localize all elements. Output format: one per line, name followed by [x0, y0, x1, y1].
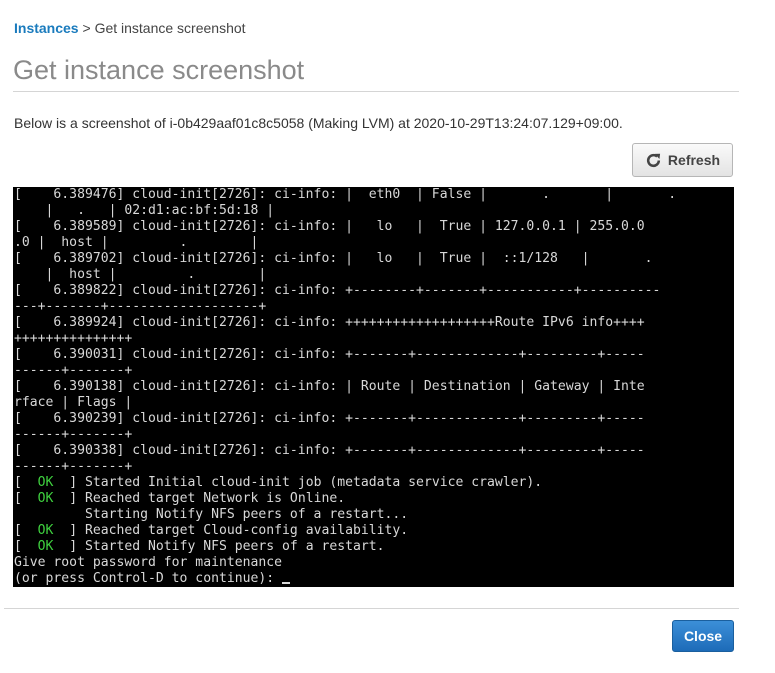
console-line: rface | Flags |	[14, 395, 133, 410]
console-service-line: [ OK ] Started Notify NFS peers of a res…	[13, 539, 734, 555]
ok-status: OK	[21, 539, 70, 554]
console-prompt-line: (or press Control-D to continue):	[13, 571, 734, 587]
console-line: [ 6.390338] cloud-init[2726]: ci-info: +…	[14, 443, 645, 458]
console-line: [ 6.389476] cloud-init[2726]: ci-info: |…	[14, 187, 677, 202]
console-bracket: [	[14, 539, 22, 554]
ok-status: OK	[21, 475, 70, 490]
console-bracket: [	[14, 523, 22, 538]
close-button[interactable]: Close	[672, 620, 734, 652]
console-bracket: [	[14, 475, 22, 490]
console-line: +++++++++++++++	[14, 331, 133, 346]
refresh-label: Refresh	[667, 152, 721, 168]
console-line: [ 6.389822] cloud-init[2726]: ci-info: +…	[14, 283, 661, 298]
console-service-text: ] Started Notify NFS peers of a restart.	[69, 539, 385, 554]
console-service-line: [ OK ] Reached target Cloud-config avail…	[13, 523, 734, 539]
console-line: [ 6.389924] cloud-init[2726]: ci-info: +…	[14, 315, 645, 330]
console-line: .0 | host | . |	[14, 235, 259, 250]
screenshot-description: Below is a screenshot of i-0b429aaf01c8c…	[14, 115, 623, 131]
console-cursor	[282, 582, 291, 584]
console-line: ------+-------+	[14, 363, 133, 378]
breadcrumb-separator: >	[78, 20, 95, 36]
console-prompt-text: Give root password for maintenance	[14, 555, 283, 570]
console-service-text: ] Reached target Cloud-config availabili…	[69, 523, 409, 538]
console-output: [ 6.389476] cloud-init[2726]: ci-info: |…	[13, 187, 734, 587]
instance-console-screenshot: [ 6.389476] cloud-init[2726]: ci-info: |…	[13, 187, 734, 587]
ok-status: OK	[21, 523, 70, 538]
footer-divider	[4, 608, 739, 609]
console-line: ------+-------+	[14, 459, 133, 474]
console-line: ------+-------+	[14, 427, 133, 442]
console-service-text: ] Reached target Network is Online.	[69, 491, 346, 506]
console-service-line: [ OK ] Started Initial cloud-init job (m…	[13, 475, 734, 491]
console-line: [ 6.390138] cloud-init[2726]: ci-info: |…	[14, 379, 645, 394]
console-line: [ 6.390239] cloud-init[2726]: ci-info: +…	[14, 411, 645, 426]
breadcrumb-current: Get instance screenshot	[94, 20, 246, 36]
console-service-text: ] Started Initial cloud-init job (metada…	[69, 475, 543, 490]
console-prompt-line: Give root password for maintenance	[13, 555, 734, 571]
console-line: [ 6.389702] cloud-init[2726]: ci-info: |…	[14, 251, 653, 266]
ok-status: OK	[21, 491, 70, 506]
refresh-button[interactable]: Refresh	[632, 143, 733, 177]
console-service-line: Starting Notify NFS peers of a restart..…	[13, 507, 734, 523]
console-line: ---+-------+-------------------+	[14, 299, 267, 314]
console-service-line: [ OK ] Reached target Network is Online.	[13, 491, 734, 507]
breadcrumb-link-instances[interactable]: Instances	[14, 20, 79, 36]
breadcrumb: Instances > Get instance screenshot	[14, 20, 246, 36]
console-line: [ 6.389589] cloud-init[2726]: ci-info: |…	[14, 219, 645, 234]
console-prompt-text: (or press Control-D to continue):	[14, 571, 283, 586]
console-line: [ 6.390031] cloud-init[2726]: ci-info: +…	[14, 347, 645, 362]
console-line: | host | . |	[14, 267, 267, 282]
page-title: Get instance screenshot	[13, 55, 305, 85]
refresh-icon	[646, 153, 661, 167]
title-divider	[13, 91, 739, 92]
console-bracket: [	[14, 491, 22, 506]
console-service-text: Starting Notify NFS peers of a restart..…	[14, 507, 409, 522]
console-line: | . | 02:d1:ac:bf:5d:18 |	[14, 203, 275, 218]
